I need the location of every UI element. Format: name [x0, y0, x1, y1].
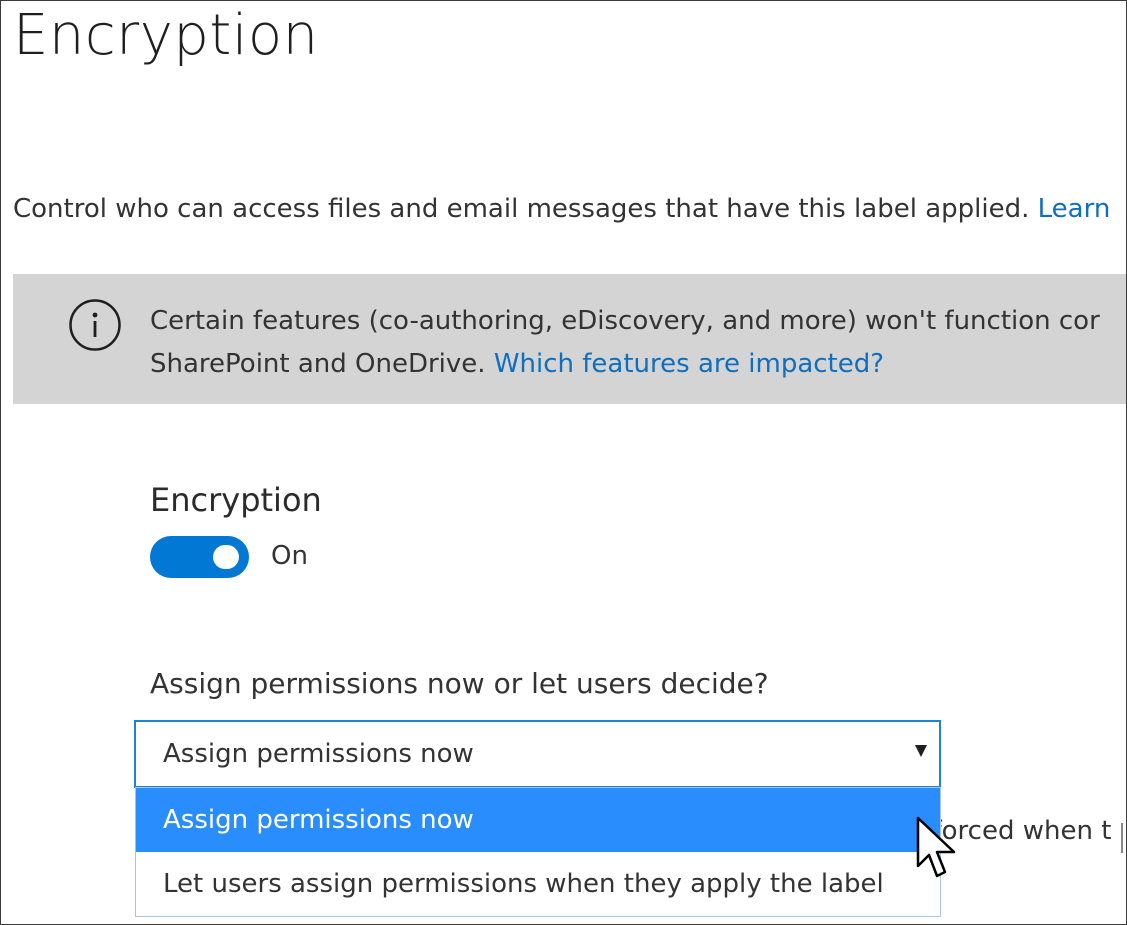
toggle-knob [213, 545, 239, 569]
option-label: Assign permissions now [163, 805, 474, 835]
description-text: Control who can access files and email m… [13, 194, 1030, 224]
banner-line-1: Certain features (co-authoring, eDiscove… [150, 306, 1100, 336]
page-title: Encryption [13, 3, 319, 68]
dropdown-selected-value: Assign permissions now [163, 739, 474, 769]
banner-text: Certain features (co-authoring, eDiscove… [150, 300, 1100, 386]
info-icon [69, 299, 121, 351]
description: Control who can access files and email m… [13, 194, 1110, 224]
option-assign-now[interactable]: Assign permissions now [136, 788, 940, 852]
option-label: Let users assign permissions when they a… [163, 869, 884, 899]
learn-more-link[interactable]: Learn [1038, 194, 1111, 224]
dropdown-options-list: Assign permissions now Let users assign … [135, 787, 941, 917]
caret-down-icon [915, 745, 927, 757]
toggle-state-label: On [271, 541, 308, 571]
encryption-section-title: Encryption [150, 481, 322, 519]
banner-line-2-text: SharePoint and OneDrive. [150, 349, 486, 379]
encryption-settings-panel: Encryption Control who can access files … [0, 0, 1127, 925]
info-banner: Certain features (co-authoring, eDiscove… [13, 274, 1126, 404]
banner-line-2: SharePoint and OneDrive. Which features … [150, 343, 1100, 386]
encryption-toggle[interactable] [150, 536, 249, 578]
option-let-users-assign[interactable]: Let users assign permissions when they a… [136, 852, 940, 916]
scrollbar-edge [1121, 823, 1126, 853]
permissions-dropdown[interactable]: Assign permissions now [134, 720, 941, 788]
mouse-pointer-icon [916, 816, 956, 878]
features-impacted-link[interactable]: Which features are impacted? [494, 349, 884, 379]
permissions-question-label: Assign permissions now or let users deci… [150, 667, 769, 700]
